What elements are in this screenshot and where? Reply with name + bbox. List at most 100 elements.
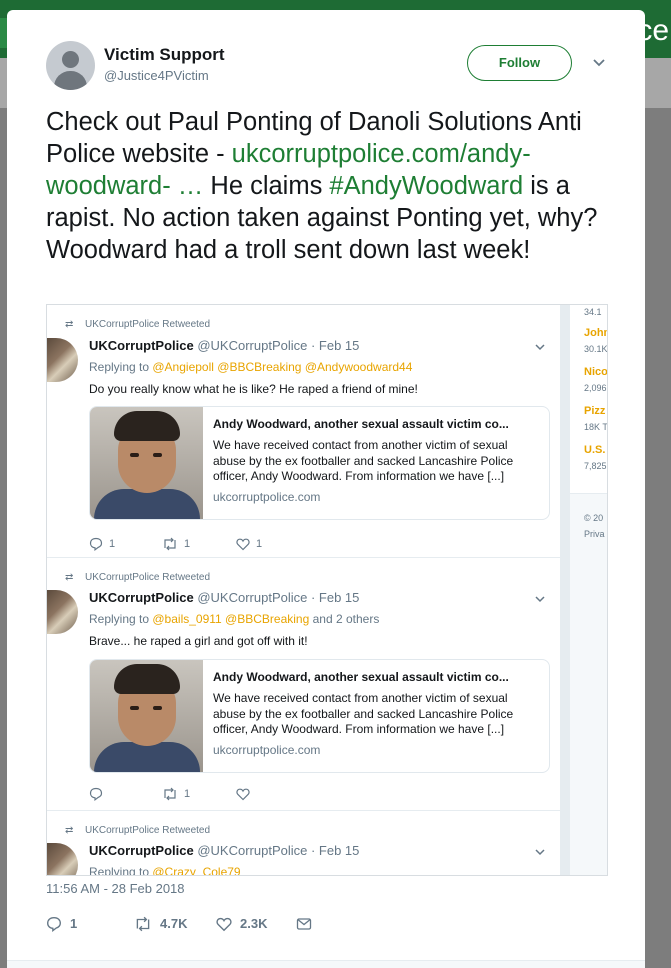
card-domain: ukcorruptpolice.com xyxy=(213,743,321,757)
trend-count: 30.1K xyxy=(584,344,608,354)
retweet-icon xyxy=(164,537,176,551)
retweet-action[interactable]: 4.7K xyxy=(134,915,187,932)
embedded-tweet[interactable]: ⇄ UKCorruptPolice Retweeted UKCorruptPoli… xyxy=(47,305,560,558)
reply-count: 1 xyxy=(109,538,116,550)
thumb-shape xyxy=(114,411,180,441)
retweeted-line: ⇄ UKCorruptPolice Retweeted xyxy=(65,319,210,330)
reply-action[interactable] xyxy=(89,787,109,802)
retweet-action[interactable]: 1 xyxy=(162,787,190,801)
retweeted-line: ⇄ UKCorruptPolice Retweeted xyxy=(65,572,210,583)
sidebar-footer: © 20 xyxy=(584,513,604,523)
retweeted-line: ⇄ UKCorruptPolice Retweeted xyxy=(65,825,210,836)
trend-title[interactable]: Nico xyxy=(584,366,607,378)
sidebar-footer[interactable]: Priva xyxy=(584,529,605,539)
trend-count: 34.1 xyxy=(584,307,602,317)
embedded-timeline: ⇄ UKCorruptPolice Retweeted UKCorruptPoli… xyxy=(47,305,560,876)
hashtag-link[interactable]: #AndyWoodward xyxy=(329,172,523,200)
card-description: We have received contact from another vi… xyxy=(213,691,514,736)
tweet-card: Victim Support @Justice4PVictim Follow C… xyxy=(7,10,645,968)
embedded-user[interactable]: UKCorruptPolice @UKCorruptPolice · Feb 1… xyxy=(89,338,359,353)
card-title: Andy Woodward, another sexual assault vi… xyxy=(213,670,509,684)
embedded-screenshot: ⇄ UKCorruptPolice Retweeted UKCorruptPoli… xyxy=(46,304,608,876)
divider xyxy=(7,960,645,968)
like-count: 2.3K xyxy=(240,916,268,932)
like-count: 1 xyxy=(256,538,263,550)
reply-icon xyxy=(47,916,61,932)
like-action[interactable]: 2.3K xyxy=(216,915,267,932)
avatar[interactable] xyxy=(46,41,95,90)
trend-count: 2,096 xyxy=(584,383,607,393)
reply-action[interactable]: 1 xyxy=(46,915,77,932)
direct-message-action[interactable] xyxy=(296,915,320,932)
replying-to: Replying to @bails_0911 @BBCBreaking and… xyxy=(89,612,379,626)
avatar[interactable] xyxy=(47,843,78,875)
retweet-count: 1 xyxy=(184,538,191,550)
avatar-head xyxy=(62,51,79,68)
embedded-user-name: UKCorruptPolice xyxy=(89,843,194,858)
chevron-down-icon[interactable] xyxy=(534,341,546,353)
thumb-shape xyxy=(153,453,162,457)
retweet-icon: ⇄ xyxy=(65,825,74,836)
trend-title[interactable]: John xyxy=(584,327,607,339)
thumb-shape xyxy=(94,489,200,519)
retweet-action[interactable]: 1 xyxy=(162,537,190,551)
retweet-icon xyxy=(164,787,176,801)
trends-box: 34.1 John 30.1K Nico 2,096 Pizz 18K T U.… xyxy=(570,305,608,493)
embedded-user-meta: @UKCorruptPolice · Feb 15 xyxy=(193,338,360,353)
replying-prefix: Replying to xyxy=(89,360,153,374)
tweet-text: Check out Paul Ponting of Danoli Solutio… xyxy=(46,106,616,266)
card-domain: ukcorruptpolice.com xyxy=(213,490,321,504)
link-card[interactable]: Andy Woodward, another sexual assault vi… xyxy=(89,659,550,773)
thumb-shape xyxy=(94,742,200,772)
card-thumbnail xyxy=(90,407,203,519)
trend-count: 7,825 xyxy=(584,461,607,471)
embedded-user-meta: @UKCorruptPolice · Feb 15 xyxy=(193,590,360,605)
divider xyxy=(570,493,607,494)
chevron-down-icon[interactable] xyxy=(591,54,607,70)
mentions[interactable]: @Angiepoll @BBCBreaking @Andywoodward44 xyxy=(152,360,412,374)
retweet-icon: ⇄ xyxy=(65,319,74,330)
chevron-down-icon[interactable] xyxy=(534,593,546,605)
thumb-shape xyxy=(153,706,162,710)
tweet-timestamp[interactable]: 11:56 AM - 28 Feb 2018 xyxy=(46,881,185,896)
embedded-user-meta: @UKCorruptPolice · Feb 15 xyxy=(193,843,360,858)
embedded-tweet[interactable]: ⇄ UKCorruptPolice Retweeted UKCorruptPoli… xyxy=(47,811,560,876)
embedded-user-name: UKCorruptPolice xyxy=(89,590,194,605)
card-title: Andy Woodward, another sexual assault vi… xyxy=(213,417,509,431)
trend-title[interactable]: U.S. xyxy=(584,444,605,456)
embedded-user[interactable]: UKCorruptPolice @UKCorruptPolice · Feb 1… xyxy=(89,843,359,858)
reply-icon xyxy=(89,537,103,552)
avatar[interactable] xyxy=(47,590,78,634)
replying-to: Replying to @Crazy_Cole79 xyxy=(89,865,241,876)
replying-suffix: and 2 others xyxy=(309,612,380,626)
follow-button[interactable]: Follow xyxy=(467,45,572,81)
heart-icon xyxy=(236,538,250,551)
card-description: We have received contact from another vi… xyxy=(213,438,514,483)
reply-action[interactable]: 1 xyxy=(89,537,116,552)
chevron-down-icon[interactable] xyxy=(534,846,546,858)
mentions[interactable]: @Crazy_Cole79 xyxy=(152,865,240,875)
avatar[interactable] xyxy=(47,338,78,382)
link-card[interactable]: Andy Woodward, another sexual assault vi… xyxy=(89,406,550,520)
display-name[interactable]: Victim Support xyxy=(104,45,225,65)
replying-prefix: Replying to xyxy=(89,865,153,876)
avatar-body xyxy=(54,71,87,90)
trend-title[interactable]: Pizz xyxy=(584,405,605,417)
heart-icon xyxy=(216,917,232,931)
retweet-icon xyxy=(136,916,150,931)
embedded-tweet-text: Brave... he raped a girl and got off wit… xyxy=(89,634,308,648)
tweet-actions: 1 4.7K 2.3K xyxy=(46,915,346,935)
like-action[interactable] xyxy=(236,787,256,801)
user-handle[interactable]: @Justice4PVictim xyxy=(104,68,209,83)
embedded-user[interactable]: UKCorruptPolice @UKCorruptPolice · Feb 1… xyxy=(89,590,359,605)
envelope-icon xyxy=(296,917,312,930)
thumb-shape xyxy=(114,664,180,694)
reply-icon xyxy=(89,787,103,802)
retweeted-by: UKCorruptPolice Retweeted xyxy=(85,572,211,583)
embedded-tweet[interactable]: ⇄ UKCorruptPolice Retweeted UKCorruptPoli… xyxy=(47,558,560,811)
like-action[interactable]: 1 xyxy=(236,537,262,551)
embedded-tweet-text: Do you really know what he is like? He r… xyxy=(89,382,418,396)
mentions[interactable]: @bails_0911 @BBCBreaking xyxy=(152,612,309,626)
thumb-shape xyxy=(130,706,139,710)
replying-to: Replying to @Angiepoll @BBCBreaking @And… xyxy=(89,360,412,374)
